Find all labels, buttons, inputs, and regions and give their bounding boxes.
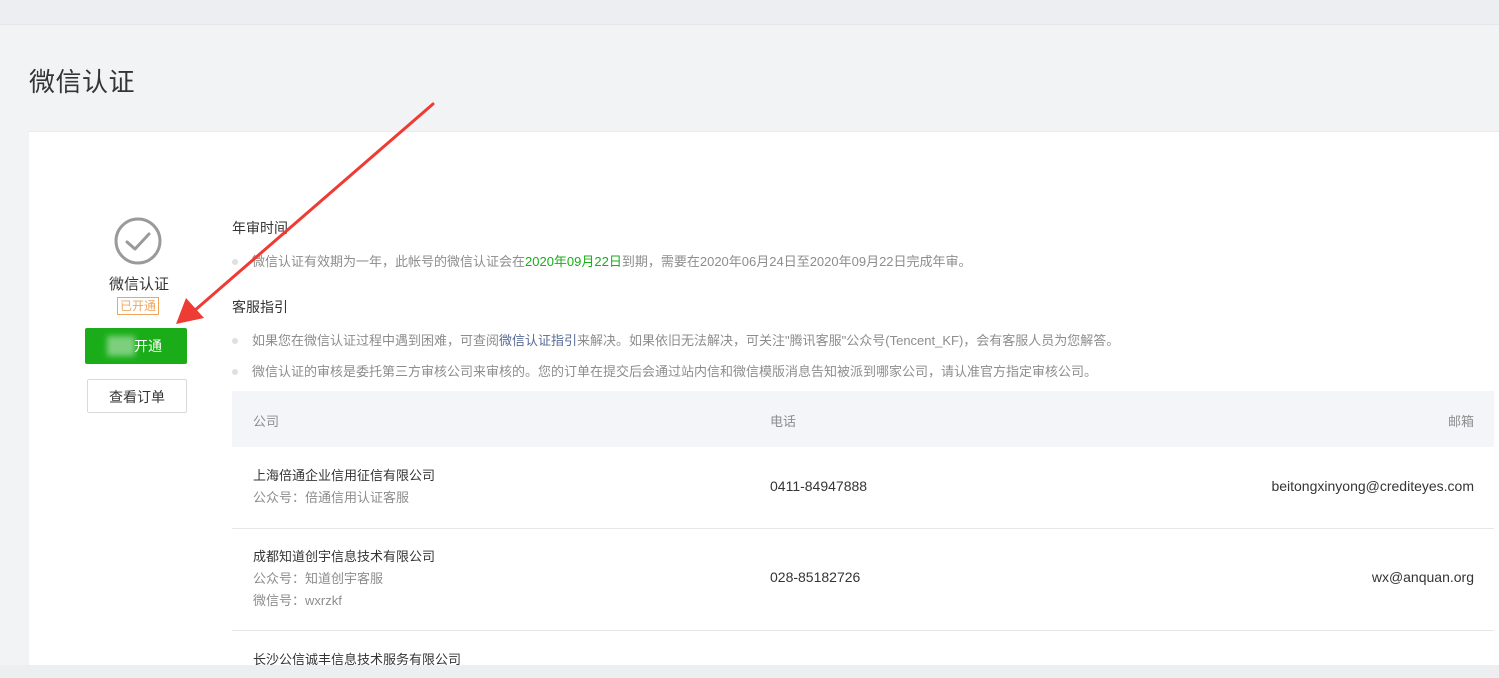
company-name: 成都知道创宇信息技术有限公司	[253, 549, 436, 564]
check-circle-icon	[114, 217, 162, 265]
service-guide-item-1: 如果您在微信认证过程中遇到困难，可查阅微信认证指引来解决。如果依旧无法解决，可关…	[232, 330, 1119, 349]
email-cell: wx@anquan.org	[1371, 569, 1474, 585]
redacted-blur	[107, 336, 135, 356]
header-phone: 电话	[770, 414, 797, 429]
bottom-strip	[0, 665, 1499, 678]
bullet-icon	[232, 337, 238, 344]
phone-cell: 0411-84947888	[770, 478, 868, 494]
page-title: 微信认证	[29, 67, 136, 97]
annual-review-title: 年审时间	[232, 220, 288, 236]
company-name: 长沙公信诚丰信息技术服务有限公司	[253, 652, 462, 666]
company-cell: 上海倍通企业信用征信有限公司 公众号：倍通信用认证客服	[253, 465, 435, 509]
review-companies-table: 公司 电话 邮箱 上海倍通企业信用征信有限公司 公众号：倍通信用认证客服 041…	[232, 391, 1494, 666]
official-account: 公众号：知道创宇客服	[253, 571, 384, 586]
header-email: 邮箱	[1447, 414, 1474, 429]
email-cell: beitongxinyong@crediteyes.com	[1271, 478, 1474, 494]
wechat-id: 微信号：wxrzkf	[253, 593, 342, 608]
table-row: 成都知道创宇信息技术有限公司 公众号：知道创宇客服 微信号：wxrzkf 028…	[232, 529, 1494, 631]
guide-text-before: 如果您在微信认证过程中遇到困难，可查阅	[252, 333, 500, 348]
bullet-icon	[232, 258, 238, 265]
view-orders-button[interactable]: 查看订单	[87, 379, 187, 413]
annual-review-text-after: 到期，需要在2020年06月24日至2020年09月22日完成年审。	[621, 254, 972, 269]
bullet-icon	[232, 368, 238, 375]
table-row: 长沙公信诚丰信息技术服务有限公司	[232, 631, 1494, 666]
renew-button-label: 开通	[134, 338, 162, 354]
service-guide-item-2: 微信认证的审核是委托第三方审核公司来审核的。您的订单在提交后会通过站内信和微信模…	[232, 361, 1097, 380]
official-account: 公众号：倍通信用认证客服	[253, 490, 410, 505]
status-badge: 已开通	[117, 297, 160, 315]
main-panel: 微信认证 已开通 开通 查看订单 年审时间 微信认证有效期为一年，此帐号的微信认…	[29, 131, 1499, 666]
annual-review-text-before: 微信认证有效期为一年，此帐号的微信认证会在	[252, 254, 526, 269]
company-cell: 成都知道创宇信息技术有限公司 公众号：知道创宇客服 微信号：wxrzkf	[253, 546, 435, 612]
guide-text-2: 微信认证的审核是委托第三方审核公司来审核的。您的订单在提交后会通过站内信和微信模…	[252, 364, 1098, 379]
renew-button[interactable]: 开通	[85, 328, 187, 364]
expiry-date: 2020年09月22日	[525, 254, 622, 269]
certification-guide-link[interactable]: 微信认证指引	[499, 333, 577, 348]
service-guide-title: 客服指引	[232, 299, 288, 315]
annual-review-item: 微信认证有效期为一年，此帐号的微信认证会在2020年09月22日到期，需要在20…	[232, 251, 972, 270]
header-company: 公司	[253, 414, 280, 429]
guide-text-after: 来解决。如果依旧无法解决，可关注"腾讯客服"公众号(Tencent_KF)，会有…	[577, 333, 1120, 348]
company-name: 上海倍通企业信用征信有限公司	[253, 468, 436, 483]
top-bar	[0, 0, 1499, 25]
status-name: 微信认证	[108, 276, 169, 293]
table-header: 公司 电话 邮箱	[232, 391, 1494, 447]
phone-cell: 028-85182726	[770, 569, 861, 585]
table-row: 上海倍通企业信用征信有限公司 公众号：倍通信用认证客服 0411-8494788…	[232, 447, 1494, 529]
company-cell: 长沙公信诚丰信息技术服务有限公司	[253, 649, 461, 666]
